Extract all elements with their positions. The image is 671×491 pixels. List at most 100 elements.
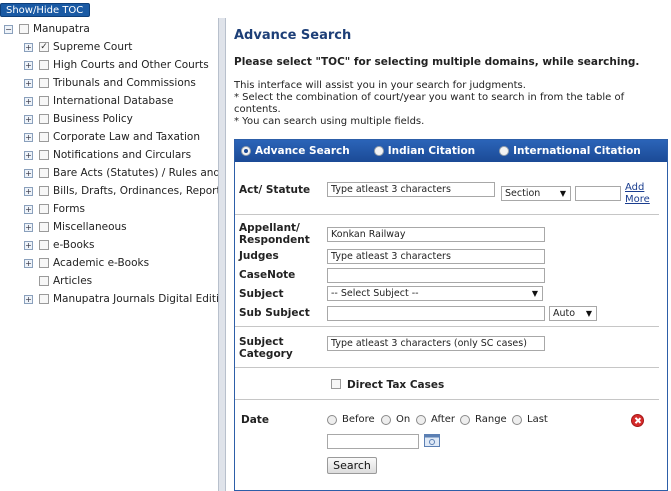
auto-select-value: Auto [553,308,576,319]
checkbox[interactable] [39,114,49,124]
toc-item-articles[interactable]: Articles [24,274,92,288]
checkbox[interactable] [39,96,49,106]
toc-item-miscellaneous[interactable]: + Miscellaneous [24,220,127,234]
expand-icon[interactable]: + [24,150,33,160]
expand-icon[interactable]: + [24,168,33,178]
subject-select[interactable]: -- Select Subject -- ▼ [327,286,543,301]
toc-item-label: e-Books [53,239,95,251]
calendar-icon[interactable] [424,433,440,447]
expand-icon[interactable]: + [24,240,33,250]
toc-item-label: Bare Acts (Statutes) / Rules and R [53,167,218,179]
date-option-after[interactable]: After [416,414,455,425]
expand-icon[interactable]: + [24,258,33,268]
show-hide-toc-button[interactable]: Show/Hide TOC [0,3,90,17]
toc-item-forms[interactable]: + Forms [24,202,85,216]
checkbox[interactable] [39,276,49,286]
tab-advance-search[interactable]: Advance Search [241,145,350,157]
toc-item-corporate-law[interactable]: + Corporate Law and Taxation [24,130,200,144]
collapse-icon[interactable]: − [4,24,13,34]
subject-label: Subject [239,288,284,300]
toc-item-label: Corporate Law and Taxation [53,131,200,143]
expand-icon[interactable]: + [24,96,33,106]
date-option-last[interactable]: Last [512,414,548,425]
date-option-label: Range [475,414,507,425]
tab-international-citation[interactable]: International Citation [499,145,641,157]
toc-root-checkbox[interactable] [19,24,29,34]
checkbox[interactable] [39,258,49,268]
tab-label: International Citation [513,145,641,157]
toc-item-label: Business Policy [53,113,133,125]
act-statute-input[interactable]: Type atleast 3 characters [327,182,495,197]
date-label: Date [241,414,269,426]
toc-item-e-books[interactable]: + e-Books [24,238,94,252]
radio[interactable] [460,414,470,425]
add-more-link[interactable]: Add More [625,182,650,206]
direct-tax-checkbox[interactable] [331,379,341,389]
checkbox[interactable] [39,240,49,250]
checkbox[interactable] [39,222,49,232]
checkbox[interactable] [39,132,49,142]
toc-item-international-database[interactable]: + International Database [24,94,173,108]
checkbox[interactable] [39,186,49,196]
checkbox[interactable] [39,168,49,178]
radio[interactable] [499,146,510,156]
toc-item-business-policy[interactable]: + Business Policy [24,112,133,126]
pane-splitter[interactable] [218,18,226,491]
section-select[interactable]: Section ▼ [501,186,571,201]
appellant-input[interactable]: Konkan Railway [327,227,545,242]
casenote-label: CaseNote [239,269,296,281]
delete-icon[interactable] [631,414,644,427]
toc-item-academic-e-books[interactable]: + Academic e-Books [24,256,149,270]
sub-subject-input[interactable] [327,306,545,321]
radio-selected[interactable] [241,146,251,156]
subject-category-input[interactable]: Type atleast 3 characters (only SC cases… [327,336,545,351]
toc-item-bare-acts[interactable]: + Bare Acts (Statutes) / Rules and R [24,166,218,180]
radio[interactable] [327,414,337,425]
toc-notice: Please select "TOC" for selecting multip… [234,56,640,68]
search-button[interactable]: Search [327,457,377,474]
checkbox[interactable] [39,294,49,304]
expand-icon[interactable]: + [24,186,33,196]
checkbox[interactable] [39,60,49,70]
toc-item-label: Articles [53,275,93,287]
toc-item-manupatra-journals[interactable]: + Manupatra Journals Digital Edition [24,292,218,306]
radio[interactable] [416,414,426,425]
radio[interactable] [512,414,522,425]
expand-icon[interactable]: + [24,42,33,52]
appellant-label: Appellant/ Respondent [239,222,310,246]
expand-icon[interactable]: + [24,132,33,142]
date-input[interactable] [327,434,419,449]
expand-icon[interactable]: + [24,114,33,124]
date-option-on[interactable]: On [381,414,410,425]
section-input[interactable] [575,186,621,201]
checkbox[interactable] [39,150,49,160]
toc-item-bills-drafts[interactable]: + Bills, Drafts, Ordinances, Reports [24,184,218,198]
judges-input[interactable]: Type atleast 3 characters [327,249,545,264]
dropdown-arrow-icon: ▼ [531,289,538,298]
date-option-range[interactable]: Range [460,414,507,425]
toc-item-supreme-court[interactable]: + ✓ Supreme Court [24,40,132,54]
auto-select[interactable]: Auto ▼ [549,306,597,321]
toc-item-notifications[interactable]: + Notifications and Circulars [24,148,191,162]
tab-label: Advance Search [255,145,350,157]
casenote-input[interactable] [327,268,545,283]
date-option-before[interactable]: Before [327,414,375,425]
expand-icon[interactable]: + [24,204,33,214]
expand-icon[interactable]: + [24,294,33,304]
checkbox[interactable] [39,204,49,214]
subject-category-label: Subject Category [239,336,293,360]
checkbox[interactable] [39,78,49,88]
add-more-line: Add [625,182,645,193]
radio[interactable] [381,414,391,425]
toc-item-high-courts[interactable]: + High Courts and Other Courts [24,58,209,72]
tab-indian-citation[interactable]: Indian Citation [373,145,475,157]
section-select-value: Section [505,188,541,199]
search-panel: Advance Search Indian Citation Internati… [234,139,668,491]
toc-item-tribunals[interactable]: + Tribunals and Commissions [24,76,196,90]
expand-icon[interactable]: + [24,60,33,70]
main-content: Advance Search Please select "TOC" for s… [226,18,671,491]
checkbox-checked[interactable]: ✓ [39,42,49,52]
radio[interactable] [373,146,384,156]
expand-icon[interactable]: + [24,222,33,232]
expand-icon[interactable]: + [24,78,33,88]
